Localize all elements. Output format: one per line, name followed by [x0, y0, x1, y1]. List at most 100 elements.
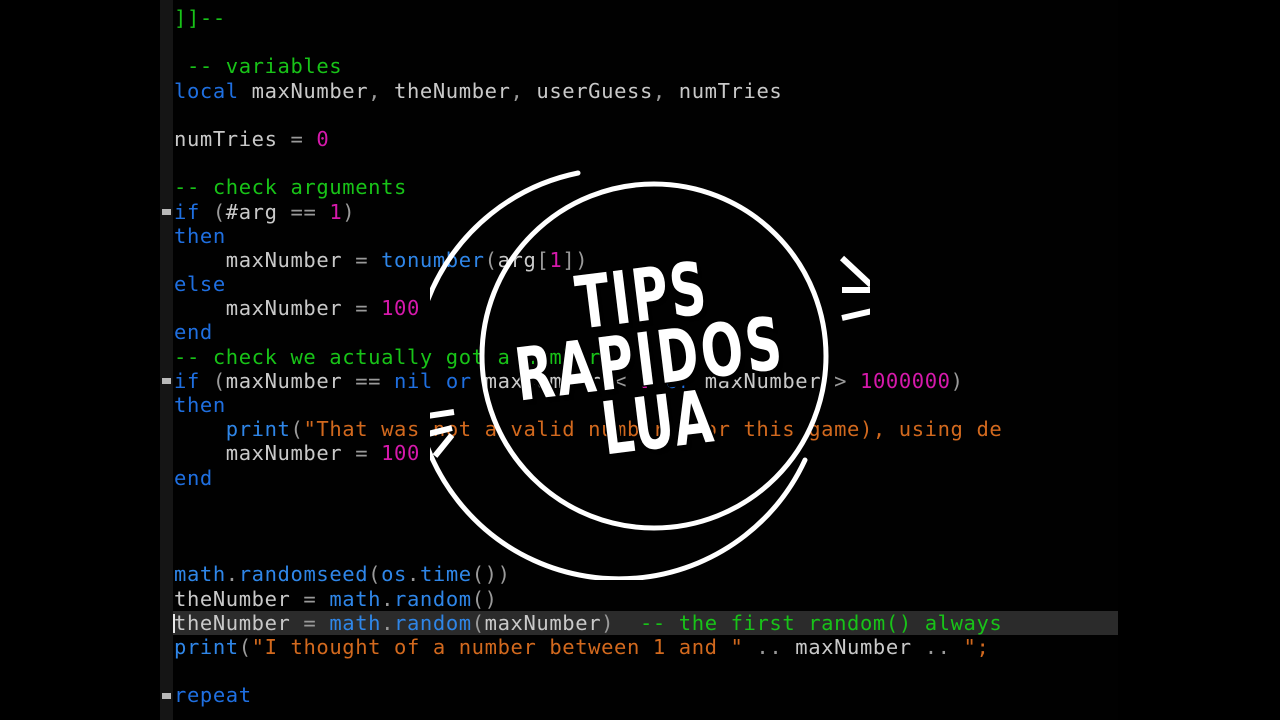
code-line[interactable]: -- variables	[173, 54, 1118, 78]
code-token: then	[174, 393, 226, 417]
code-token: randomseed	[238, 562, 369, 587]
fold-marker[interactable]	[162, 692, 171, 699]
code-token: )	[950, 368, 964, 393]
code-line[interactable]	[173, 538, 1118, 562]
code-line[interactable]	[173, 151, 1118, 175]
code-line[interactable]: print("That was not a valid number (for …	[173, 417, 1118, 441]
fold-gutter[interactable]	[160, 0, 173, 720]
code-token: (	[471, 610, 485, 635]
code-token: print	[225, 417, 291, 442]
code-line[interactable]: end	[173, 320, 1118, 344]
fold-marker[interactable]	[162, 208, 171, 215]
code-token: ]]--	[174, 6, 226, 30]
code-token: =	[290, 586, 330, 611]
code-token: ,	[652, 78, 666, 103]
letterbox-right	[1118, 0, 1280, 720]
code-line[interactable]: maxNumber = 100	[173, 296, 1118, 320]
code-token: >	[821, 368, 861, 393]
code-token: .	[407, 562, 420, 587]
code-line[interactable]: math.randomseed(os.time())	[173, 562, 1118, 586]
code-token: 0	[316, 126, 330, 151]
code-line[interactable]: end	[173, 466, 1118, 490]
code-token: maxNumber	[174, 247, 343, 272]
code-token: if	[174, 199, 200, 224]
code-token: -- check we actually got a number	[174, 344, 602, 369]
code-token: time	[419, 562, 472, 587]
code-token: (	[199, 199, 226, 224]
code-token: userGuess	[523, 78, 653, 103]
code-line[interactable]: maxNumber = 100	[173, 441, 1118, 465]
code-token: =	[277, 126, 317, 151]
code-token: theNumber	[174, 586, 291, 611]
code-token: ])	[562, 247, 589, 272]
code-token: (	[368, 562, 382, 587]
code-line[interactable]: if (maxNumber == nil or maxNumber < 1 or…	[173, 369, 1118, 393]
code-token: ()	[471, 586, 498, 611]
code-token: end	[174, 320, 213, 345]
code-line[interactable]: theNumber = math.random(maxNumber) -- th…	[173, 610, 1118, 635]
code-token: .	[381, 610, 395, 635]
code-token: .	[225, 562, 239, 587]
code-token: =	[342, 296, 382, 321]
code-token: ";	[963, 634, 990, 659]
code-line[interactable]: ]]--	[173, 6, 1118, 30]
fold-marker[interactable]	[162, 378, 171, 384]
code-token: else	[174, 272, 226, 297]
code-token: maxNumber	[484, 368, 602, 393]
code-line[interactable]	[173, 659, 1118, 683]
code-line[interactable]: local maxNumber, theNumber, userGuess, n…	[173, 79, 1118, 103]
code-token: ==	[277, 199, 330, 224]
code-token: =	[342, 247, 382, 272]
code-line[interactable]: -- check arguments	[173, 175, 1118, 199]
code-token: [	[536, 247, 550, 272]
code-token: local	[174, 78, 239, 103]
code-token: ,	[510, 78, 524, 103]
lua-code-editor[interactable]: ]]-- -- variables local maxNumber, theNum…	[160, 0, 1118, 720]
code-token: 1	[549, 247, 563, 272]
code-token: end	[174, 465, 213, 490]
code-lines[interactable]: ]]-- -- variables local maxNumber, theNum…	[173, 0, 1118, 707]
code-line[interactable]: print("I thought of a number between 1 a…	[173, 635, 1118, 659]
code-token: (	[290, 417, 304, 442]
code-token: =	[342, 441, 382, 466]
code-line[interactable]	[173, 103, 1118, 127]
code-line[interactable]: then	[173, 393, 1118, 417]
code-token: maxNumber	[174, 441, 343, 466]
code-token: maxNumber	[238, 78, 369, 103]
code-token: print	[174, 634, 239, 659]
code-token: -- variables	[174, 54, 343, 79]
code-token: math	[174, 562, 226, 587]
code-line[interactable]	[173, 490, 1118, 514]
code-token: "That was not a valid number (for this g…	[303, 417, 1003, 442]
code-token: 1000000	[860, 368, 951, 393]
code-token: arg	[497, 247, 537, 272]
code-token: <	[601, 368, 640, 393]
code-token: ==	[342, 368, 395, 393]
code-token: numTries	[665, 78, 783, 103]
code-token: =	[290, 610, 330, 635]
code-token: 100	[381, 441, 420, 466]
code-token: numTries	[174, 126, 278, 151]
code-line[interactable]	[173, 514, 1118, 538]
code-line[interactable]: repeat	[173, 683, 1118, 707]
code-token: tonumber	[381, 247, 485, 272]
code-line[interactable]: -- check we actually got a number	[173, 345, 1118, 369]
code-token: maxNumber	[704, 368, 822, 393]
code-token: (	[199, 368, 226, 393]
code-token: or	[432, 368, 485, 393]
code-line[interactable]: theNumber = math.random()	[173, 587, 1118, 611]
code-line[interactable]	[173, 30, 1118, 54]
code-line[interactable]: then	[173, 224, 1118, 248]
code-line[interactable]: maxNumber = tonumber(arg[1])	[173, 248, 1118, 272]
code-token: (	[238, 634, 252, 659]
code-token: theNumber	[174, 610, 291, 635]
code-token: nil	[394, 368, 433, 393]
code-token: )	[601, 610, 615, 635]
code-token: os	[381, 562, 407, 587]
code-token: -- the first random() always	[614, 610, 1003, 635]
code-token: 1	[639, 368, 653, 393]
code-line[interactable]: else	[173, 272, 1118, 296]
code-line[interactable]: numTries = 0	[173, 127, 1118, 151]
code-line[interactable]: if (#arg == 1)	[173, 200, 1118, 224]
